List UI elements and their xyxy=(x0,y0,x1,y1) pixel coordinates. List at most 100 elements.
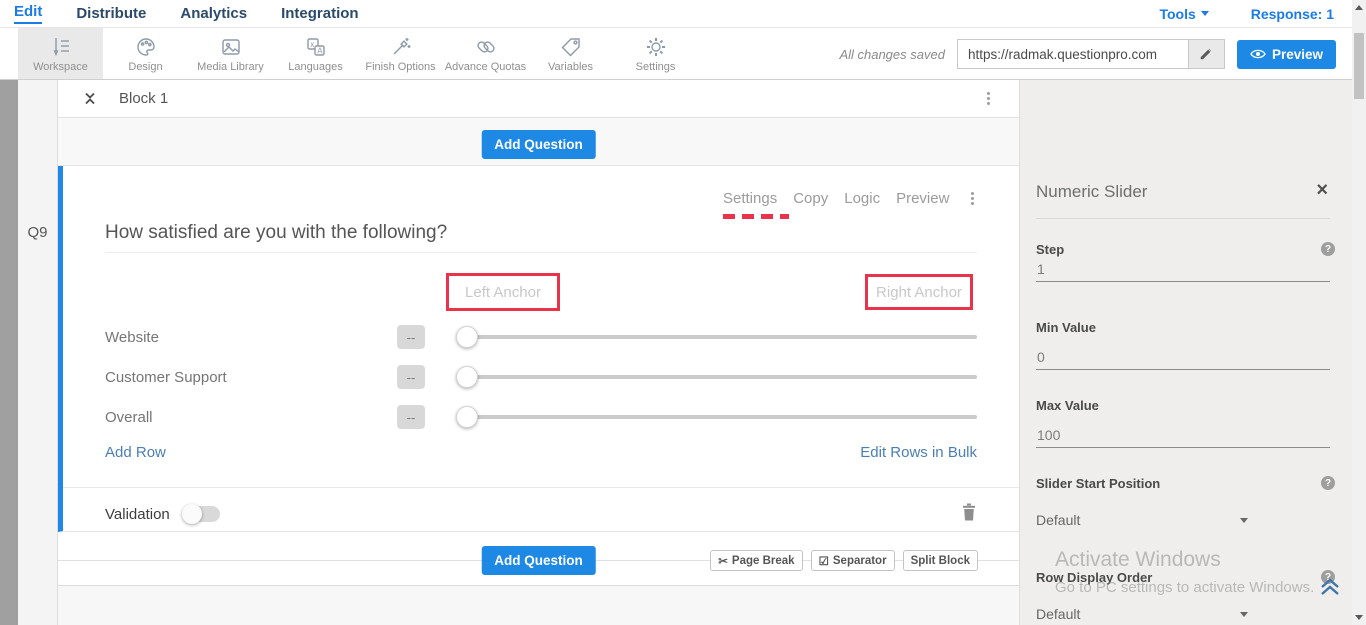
preview-button[interactable]: Preview xyxy=(1237,40,1336,69)
editor-toolbar: Workspace Design Media Library Ax Langua… xyxy=(0,28,1352,80)
slider-row-customer-support: Customer Support -- xyxy=(105,357,977,397)
toolbar-item-languages[interactable]: Ax Languages xyxy=(273,28,358,79)
page-break-button[interactable]: ✂Page Break xyxy=(710,550,802,571)
nav-tab-distribute[interactable]: Distribute xyxy=(76,5,146,22)
nav-tab-edit[interactable]: Edit xyxy=(14,3,42,24)
close-icon[interactable]: × xyxy=(1316,180,1328,200)
question-settings-link[interactable]: Settings xyxy=(723,190,777,207)
add-question-button-bottom[interactable]: Add Question xyxy=(481,546,596,575)
row-value-box: -- xyxy=(397,405,425,429)
svg-text:A: A xyxy=(317,46,323,55)
block-menu-kebab-icon[interactable] xyxy=(987,92,990,105)
toggle-knob xyxy=(182,504,202,524)
edit-rows-in-bulk-link[interactable]: Edit Rows in Bulk xyxy=(860,444,977,461)
question-copy-link[interactable]: Copy xyxy=(793,190,828,207)
help-icon[interactable]: ? xyxy=(1321,242,1335,256)
row-label[interactable]: Overall xyxy=(105,409,397,426)
numeric-slider[interactable] xyxy=(456,406,977,428)
card-divider xyxy=(63,487,1019,488)
scroll-to-top-icon[interactable] xyxy=(1318,576,1342,603)
save-status-text: All changes saved xyxy=(839,47,945,62)
toolbar-item-label: Languages xyxy=(288,61,342,73)
tools-menu[interactable]: Tools xyxy=(1159,6,1208,22)
toolbar-item-label: Variables xyxy=(548,61,593,73)
eye-icon xyxy=(1250,48,1266,60)
row-display-order-label: Row Display Order xyxy=(1036,570,1152,585)
gear-icon xyxy=(644,35,668,59)
validation-row: Validation xyxy=(105,498,977,530)
slider-track xyxy=(465,335,977,339)
row-label[interactable]: Website xyxy=(105,329,397,346)
toolbar-right: All changes saved Preview xyxy=(839,28,1336,80)
delete-question-icon[interactable] xyxy=(961,503,977,526)
slider-track xyxy=(465,415,977,419)
chevron-down-icon xyxy=(1240,518,1248,523)
sidebar-title: Numeric Slider xyxy=(1036,182,1147,202)
toolbar-item-advance-quotas[interactable]: Advance Quotas xyxy=(443,28,528,79)
toolbar-item-workspace[interactable]: Workspace xyxy=(18,28,103,79)
numeric-slider[interactable] xyxy=(456,366,977,388)
workspace-icon xyxy=(49,35,73,59)
survey-url-input[interactable] xyxy=(957,39,1189,69)
numeric-slider[interactable] xyxy=(456,326,977,348)
selected-option: Default xyxy=(1036,512,1080,528)
image-icon xyxy=(219,35,243,59)
step-input[interactable] xyxy=(1036,261,1330,282)
toolbar-item-finish-options[interactable]: Finish Options xyxy=(358,28,443,79)
selected-option: Default xyxy=(1036,606,1080,622)
min-value-input[interactable] xyxy=(1036,349,1330,370)
chevron-down-icon xyxy=(1240,612,1248,617)
slider-row-overall: Overall -- xyxy=(105,397,977,437)
toolbar-item-design[interactable]: Design xyxy=(103,28,188,79)
toolbar-item-media-library[interactable]: Media Library xyxy=(188,28,273,79)
nav-tab-analytics[interactable]: Analytics xyxy=(180,5,247,22)
nav-tab-integration[interactable]: Integration xyxy=(281,5,359,22)
slider-start-position-label: Slider Start Position xyxy=(1036,476,1160,491)
scrollbar-up-arrow-icon[interactable] xyxy=(1355,5,1363,10)
scissors-icon: ✂ xyxy=(718,554,728,568)
slider-handle[interactable] xyxy=(456,406,478,428)
toolbar-item-variables[interactable]: Variables xyxy=(528,28,613,79)
toolbar-item-settings[interactable]: Settings xyxy=(613,28,698,79)
row-label[interactable]: Customer Support xyxy=(105,369,397,386)
left-anchor-field[interactable]: Left Anchor xyxy=(465,284,541,301)
question-preview-link[interactable]: Preview xyxy=(896,190,949,207)
toolbar-item-label: Workspace xyxy=(33,61,88,73)
split-block-button[interactable]: Split Block xyxy=(903,550,978,571)
sidebar-divider xyxy=(1036,218,1330,219)
add-row-link[interactable]: Add Row xyxy=(105,444,166,461)
question-logic-link[interactable]: Logic xyxy=(844,190,880,207)
add-question-button-top[interactable]: Add Question xyxy=(481,130,596,159)
survey-canvas: Block 1 Add Question Settings Copy Logic… xyxy=(57,80,1020,625)
toolbar-item-label: Media Library xyxy=(197,61,264,73)
scrollbar-thumb[interactable] xyxy=(1354,33,1364,99)
toolbar-item-label: Settings xyxy=(636,61,676,73)
separator-button[interactable]: ☑Separator xyxy=(811,550,895,571)
question-menu-kebab-icon[interactable] xyxy=(971,192,974,205)
split-block-label: Split Block xyxy=(911,555,970,567)
edit-url-button[interactable] xyxy=(1189,39,1225,69)
settings-sidebar: Numeric Slider × Step ? Min Value Max Va… xyxy=(1020,80,1352,625)
chevron-down-icon xyxy=(1201,11,1209,16)
right-anchor-field[interactable]: Right Anchor xyxy=(876,284,962,301)
slider-row-website: Website -- xyxy=(105,317,977,357)
slider-handle[interactable] xyxy=(456,326,478,348)
slider-start-position-select[interactable]: Default xyxy=(1036,512,1330,528)
max-value-label: Max Value xyxy=(1036,398,1099,413)
vertical-scrollbar[interactable] xyxy=(1352,0,1366,625)
slider-handle[interactable] xyxy=(456,366,478,388)
collapse-block-icon[interactable] xyxy=(83,91,97,111)
row-display-order-select[interactable]: Default xyxy=(1036,606,1330,622)
block-header: Block 1 xyxy=(58,80,1019,118)
response-count[interactable]: Response: 1 xyxy=(1251,6,1334,22)
max-value-input[interactable] xyxy=(1036,427,1330,448)
editor-body: Q9 Block 1 Add Question Settings Copy xyxy=(0,80,1352,625)
question-card[interactable]: Settings Copy Logic Preview How satisfie… xyxy=(58,166,1019,532)
min-value-label: Min Value xyxy=(1036,320,1096,335)
preview-label: Preview xyxy=(1272,47,1323,62)
question-title[interactable]: How satisfied are you with the following… xyxy=(105,222,447,244)
help-icon[interactable]: ? xyxy=(1321,476,1335,490)
validation-toggle[interactable] xyxy=(184,506,220,522)
pencil-icon xyxy=(1199,47,1213,61)
scrollbar-down-arrow-icon[interactable] xyxy=(1355,615,1363,620)
